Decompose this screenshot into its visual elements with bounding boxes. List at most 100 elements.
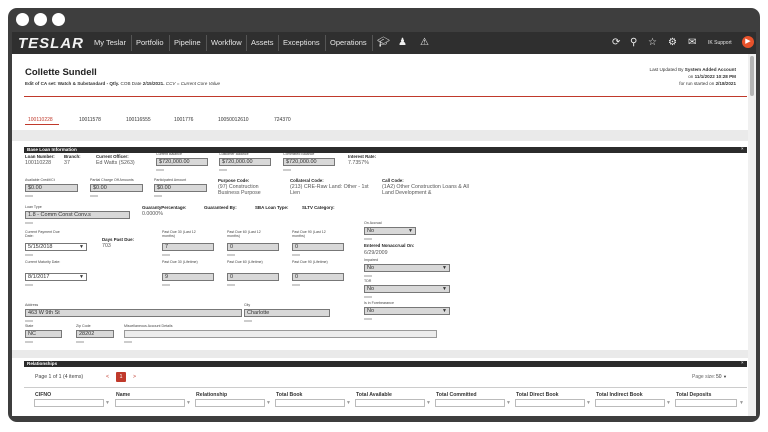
forbearance-select[interactable]: No ▼ <box>364 307 450 315</box>
available-credit-field[interactable]: $0.00 <box>25 184 78 192</box>
nav-operations[interactable]: Operations <box>330 38 367 47</box>
filter-icon[interactable]: ▼ <box>426 400 431 406</box>
nav-divider <box>372 35 373 51</box>
col-total-available[interactable]: Total Available <box>356 392 392 398</box>
days-past-due-value: 703 <box>102 243 111 249</box>
filter-icon[interactable]: ▼ <box>666 400 671 406</box>
tab-loan-1[interactable]: 100110228 <box>28 117 53 123</box>
col-cifno[interactable]: CIFNO <box>35 392 51 398</box>
filter-icon[interactable]: ▼ <box>586 400 591 406</box>
chevron-down-icon: ▼ <box>408 228 413 234</box>
filter-icon[interactable]: ▼ <box>506 400 511 406</box>
pager-next[interactable]: > <box>133 374 136 381</box>
pd60-label: Past Due 60 (Last 12 months) <box>227 230 261 238</box>
col-total-indirect-book[interactable]: Total Indirect Book <box>596 392 643 398</box>
collapse-icon[interactable]: × <box>741 360 744 366</box>
customer-balance-label: Customer Balance <box>219 152 249 156</box>
payment-due-select[interactable]: 5/15/2018 ▼ <box>25 243 87 251</box>
col-total-committed[interactable]: Total Committed <box>436 392 477 398</box>
window-minimize-dot[interactable] <box>34 13 47 26</box>
city-field[interactable]: Charlotte <box>244 309 330 317</box>
filter-icon[interactable]: ▼ <box>186 400 191 406</box>
committed-balance-field[interactable]: $720,000.00 <box>283 158 335 166</box>
col-total-direct-book[interactable]: Total Direct Book <box>516 392 559 398</box>
pd30-life-field[interactable]: 9 <box>162 273 214 281</box>
pd30-label: Past Due 30 (Last 12 months) <box>162 230 196 238</box>
nav-pipeline[interactable]: Pipeline <box>174 38 201 47</box>
tab-gap-band <box>12 130 748 141</box>
participated-field[interactable]: $0.00 <box>154 184 207 192</box>
pd30-field[interactable]: 7 <box>162 243 214 251</box>
filter-icon[interactable]: ▼ <box>739 400 744 406</box>
nav-my-teslar[interactable]: My Teslar <box>94 38 126 47</box>
filter-icon[interactable]: ▼ <box>266 400 271 406</box>
pager-prev[interactable]: < <box>106 374 109 381</box>
tab-loan-4[interactable]: 1001776 <box>174 117 193 123</box>
filter-icon[interactable]: ▼ <box>346 400 351 406</box>
filter-total-direct-book[interactable] <box>515 399 585 407</box>
impaired-select[interactable]: No ▼ <box>364 264 450 272</box>
nav-exceptions[interactable]: Exceptions <box>283 38 320 47</box>
play-icon[interactable]: ▶︎ <box>742 36 754 48</box>
pd90-life-field[interactable]: 0 <box>292 273 344 281</box>
field-underline <box>162 254 170 256</box>
col-total-deposits[interactable]: Total Deposits <box>676 392 711 398</box>
pd90-field[interactable]: 0 <box>292 243 344 251</box>
support-link[interactable]: IK Support <box>708 40 732 46</box>
filter-total-available[interactable] <box>355 399 425 407</box>
tdr-select[interactable]: No ▼ <box>364 285 450 293</box>
tab-loan-2[interactable]: 10011578 <box>79 117 101 123</box>
filter-icon[interactable]: ▼ <box>105 400 110 406</box>
window-close-dot[interactable] <box>16 13 29 26</box>
col-total-book[interactable]: Total Book <box>276 392 302 398</box>
filter-relationship[interactable] <box>195 399 265 407</box>
team-icon[interactable]: ♟ <box>398 37 407 49</box>
pager-current-page[interactable]: 1 <box>116 372 126 382</box>
page-size-select[interactable]: 50 ▼ <box>716 374 727 381</box>
filter-cifno[interactable] <box>34 399 104 407</box>
refresh-icon[interactable]: ⟳ <box>612 37 620 49</box>
filter-total-indirect-book[interactable] <box>595 399 665 407</box>
tab-loan-6[interactable]: 724370 <box>274 117 291 123</box>
address-field[interactable]: 463 W 9th St <box>25 309 242 317</box>
page-subtitle: Edit of CA set: Watch & Substandard - Qt… <box>25 81 220 86</box>
misc-details-field[interactable] <box>124 330 437 338</box>
search-icon[interactable]: ⚲ <box>630 37 637 49</box>
scrollbar-thumb[interactable] <box>750 56 754 96</box>
filter-total-book[interactable] <box>275 399 345 407</box>
app-window: TESLAR My Teslar Portfolio Pipeline Work… <box>8 8 760 422</box>
warning-icon[interactable]: ⚠︎ <box>420 37 429 49</box>
customer-balance-field[interactable]: $720,000.00 <box>219 158 271 166</box>
star-icon[interactable]: ☆ <box>648 37 657 49</box>
graduation-cap-icon[interactable]: 🎓︎ <box>377 37 390 49</box>
nav-assets[interactable]: Assets <box>251 38 274 47</box>
title-bar <box>8 8 760 32</box>
teslar-logo[interactable]: TESLAR <box>18 35 84 52</box>
on-accrual-select[interactable]: No ▼ <box>364 227 416 235</box>
loan-type-field[interactable]: 1.8 - Comm Const Conv.s <box>25 211 130 219</box>
filter-name[interactable] <box>115 399 185 407</box>
tab-loan-3[interactable]: 100116555 <box>126 117 151 123</box>
collapse-icon[interactable]: × <box>741 146 744 152</box>
charge-off-field[interactable]: $0.00 <box>90 184 143 192</box>
window-maximize-dot[interactable] <box>52 13 65 26</box>
zip-field[interactable]: 28202 <box>76 330 114 338</box>
maturity-select[interactable]: 8/1/2017 ▼ <box>25 273 87 281</box>
forbearance-label: Is in Forebearance <box>364 301 394 305</box>
nav-workflow[interactable]: Workflow <box>211 38 242 47</box>
current-balance-field[interactable]: $720,000.00 <box>156 158 208 166</box>
filter-total-deposits[interactable] <box>675 399 737 407</box>
pd90-label: Past Due 90 (Last 12 months) <box>292 230 326 238</box>
pd60-life-field[interactable]: 0 <box>227 273 279 281</box>
state-field[interactable]: NC <box>25 330 62 338</box>
gear-icon[interactable]: ⚙︎ <box>668 37 677 49</box>
pd60-field[interactable]: 0 <box>227 243 279 251</box>
field-underline <box>244 320 252 322</box>
tab-loan-5[interactable]: 10050012610 <box>218 117 249 123</box>
col-relationship[interactable]: Relationship <box>196 392 227 398</box>
col-name[interactable]: Name <box>116 392 130 398</box>
nav-portfolio[interactable]: Portfolio <box>136 38 164 47</box>
filter-total-committed[interactable] <box>435 399 505 407</box>
vertical-scrollbar[interactable] <box>748 54 756 416</box>
inbox-icon[interactable]: ✉︎ <box>688 37 696 49</box>
